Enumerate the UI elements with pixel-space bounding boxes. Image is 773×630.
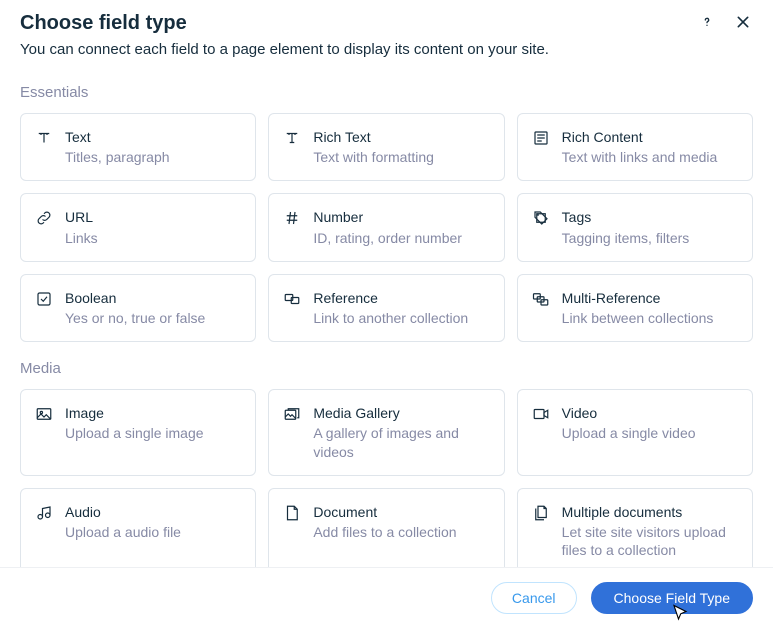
field-card-media-gallery[interactable]: Media Gallery A gallery of images and vi…	[268, 389, 504, 476]
field-card-desc: Tagging items, filters	[562, 229, 738, 247]
field-card-desc: Text with formatting	[313, 148, 489, 166]
field-card-audio[interactable]: Audio Upload a audio file	[20, 488, 256, 567]
dialog-subtitle: You can connect each field to a page ele…	[20, 41, 753, 58]
field-card-rich-text[interactable]: Rich Text Text with formatting	[268, 113, 504, 181]
reference-icon	[283, 290, 301, 308]
field-card-desc: Upload a single image	[65, 424, 241, 442]
multiple-documents-icon	[532, 504, 550, 522]
choose-field-type-button[interactable]: Choose Field Type	[591, 582, 753, 614]
section-label-media: Media	[20, 360, 753, 377]
field-card-desc: Links	[65, 229, 241, 247]
field-card-desc: Yes or no, true or false	[65, 309, 241, 327]
field-card-tags[interactable]: Tags Tagging items, filters	[517, 193, 753, 261]
field-card-desc: ID, rating, order number	[313, 229, 489, 247]
field-card-title: URL	[65, 208, 241, 226]
field-card-title: Multi-Reference	[562, 289, 738, 307]
multi-reference-icon	[532, 290, 550, 308]
rich-text-icon	[283, 129, 301, 147]
field-card-desc: Text with links and media	[562, 148, 738, 166]
field-card-desc: Let site site visitors upload files to a…	[562, 523, 738, 559]
field-card-desc: A gallery of images and videos	[313, 424, 489, 460]
field-card-title: Document	[313, 503, 489, 521]
field-card-title: Media Gallery	[313, 404, 489, 422]
field-card-desc: Link between collections	[562, 309, 738, 327]
field-card-title: Text	[65, 128, 241, 146]
field-card-title: Multiple documents	[562, 503, 738, 521]
field-card-video[interactable]: Video Upload a single video	[517, 389, 753, 476]
field-card-title: Tags	[562, 208, 738, 226]
field-card-title: Image	[65, 404, 241, 422]
boolean-icon	[35, 290, 53, 308]
field-card-image[interactable]: Image Upload a single image	[20, 389, 256, 476]
field-card-url[interactable]: URL Links	[20, 193, 256, 261]
field-card-text[interactable]: Text Titles, paragraph	[20, 113, 256, 181]
rich-content-icon	[532, 129, 550, 147]
field-card-desc: Titles, paragraph	[65, 148, 241, 166]
field-card-title: Reference	[313, 289, 489, 307]
field-card-title: Rich Text	[313, 128, 489, 146]
image-icon	[35, 405, 53, 423]
field-card-desc: Upload a single video	[562, 424, 738, 442]
tags-icon	[532, 209, 550, 227]
url-icon	[35, 209, 53, 227]
number-icon	[283, 209, 301, 227]
cancel-button[interactable]: Cancel	[491, 582, 577, 614]
field-card-number[interactable]: Number ID, rating, order number	[268, 193, 504, 261]
field-card-rich-content[interactable]: Rich Content Text with links and media	[517, 113, 753, 181]
field-card-title: Number	[313, 208, 489, 226]
video-icon	[532, 405, 550, 423]
field-card-title: Rich Content	[562, 128, 738, 146]
field-card-document[interactable]: Document Add files to a collection	[268, 488, 504, 567]
choose-field-type-dialog: Choose field type You can connect each f…	[0, 0, 773, 630]
field-card-multiple-documents[interactable]: Multiple documents Let site site visitor…	[517, 488, 753, 567]
essentials-grid: Text Titles, paragraph Rich Text Text wi…	[20, 113, 753, 342]
dialog-title: Choose field type	[20, 12, 697, 35]
media-gallery-icon	[283, 405, 301, 423]
dialog-footer: Cancel Choose Field Type	[0, 567, 773, 630]
field-card-desc: Add files to a collection	[313, 523, 489, 541]
field-card-title: Video	[562, 404, 738, 422]
dialog-header: Choose field type You can connect each f…	[0, 0, 773, 66]
field-card-desc: Link to another collection	[313, 309, 489, 327]
field-card-reference[interactable]: Reference Link to another collection	[268, 274, 504, 342]
media-grid: Image Upload a single image Media Galler…	[20, 389, 753, 567]
field-card-boolean[interactable]: Boolean Yes or no, true or false	[20, 274, 256, 342]
audio-icon	[35, 504, 53, 522]
text-icon	[35, 129, 53, 147]
document-icon	[283, 504, 301, 522]
field-card-title: Audio	[65, 503, 241, 521]
section-label-essentials: Essentials	[20, 84, 753, 101]
help-icon[interactable]	[697, 12, 717, 32]
field-card-multi-reference[interactable]: Multi-Reference Link between collections	[517, 274, 753, 342]
field-type-scroll-area[interactable]: Essentials Text Titles, paragraph Rich T…	[0, 66, 773, 567]
field-card-title: Boolean	[65, 289, 241, 307]
close-icon[interactable]	[733, 12, 753, 32]
field-card-desc: Upload a audio file	[65, 523, 241, 541]
